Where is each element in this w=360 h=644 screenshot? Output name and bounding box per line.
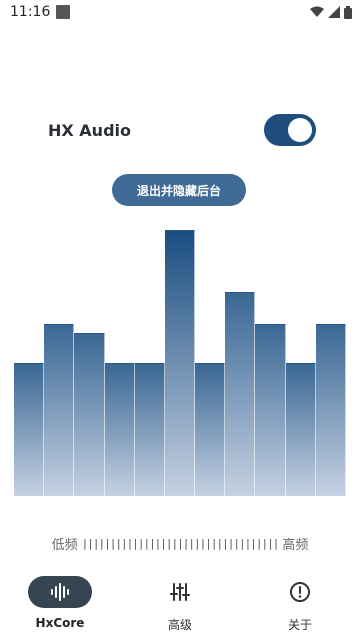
- high-frequency-label: 高频: [282, 537, 309, 553]
- status-time: 11:16: [10, 4, 51, 20]
- signal-icon: [328, 6, 340, 18]
- frequency-ticks: |||||||||||||||||||||||||||||||||||: [81, 536, 280, 550]
- low-frequency-label: 低频: [51, 537, 78, 553]
- nav-icon-area: [148, 576, 212, 608]
- status-bar: 11:16: [0, 0, 360, 24]
- notification-icon: [56, 5, 71, 19]
- eq-band-10[interactable]: [285, 363, 316, 496]
- nav-indicator: [28, 576, 92, 608]
- info-icon: [290, 582, 310, 602]
- nav-icon-area: [268, 576, 332, 608]
- nav-label-advanced: 高级: [167, 618, 192, 632]
- enable-toggle[interactable]: [264, 114, 316, 146]
- nav-item-hxcore[interactable]: HxCore: [10, 568, 110, 630]
- nav-label-hxcore: HxCore: [35, 616, 85, 630]
- status-icons: [310, 5, 352, 19]
- eq-band-9[interactable]: [255, 324, 286, 496]
- wifi-icon: [310, 6, 324, 17]
- eq-band-2[interactable]: [44, 324, 75, 496]
- nav-item-advanced[interactable]: 高级: [130, 568, 230, 633]
- eq-band-5[interactable]: [134, 363, 165, 496]
- header-row: HX Audio: [48, 112, 316, 148]
- nav-item-about[interactable]: 关于: [250, 568, 350, 633]
- waveform-icon: [51, 583, 69, 601]
- bottom-nav: HxCore 高级 关于: [0, 568, 360, 644]
- toggle-knob: [288, 118, 312, 142]
- eq-band-8[interactable]: [225, 292, 256, 496]
- eq-band-3[interactable]: [74, 333, 105, 496]
- eq-band-4[interactable]: [104, 363, 135, 496]
- app-title: HX Audio: [48, 120, 131, 140]
- eq-band-6[interactable]: [164, 230, 196, 496]
- eq-band-1[interactable]: [14, 363, 45, 496]
- battery-icon: [344, 5, 352, 19]
- equalizer: [14, 200, 346, 496]
- frequency-range: 低频 ||||||||||||||||||||||||||||||||||| 高…: [0, 532, 360, 554]
- eq-band-7[interactable]: [195, 363, 226, 496]
- eq-band-11[interactable]: [315, 324, 346, 496]
- nav-label-about: 关于: [287, 618, 312, 632]
- sliders-icon: [170, 583, 190, 601]
